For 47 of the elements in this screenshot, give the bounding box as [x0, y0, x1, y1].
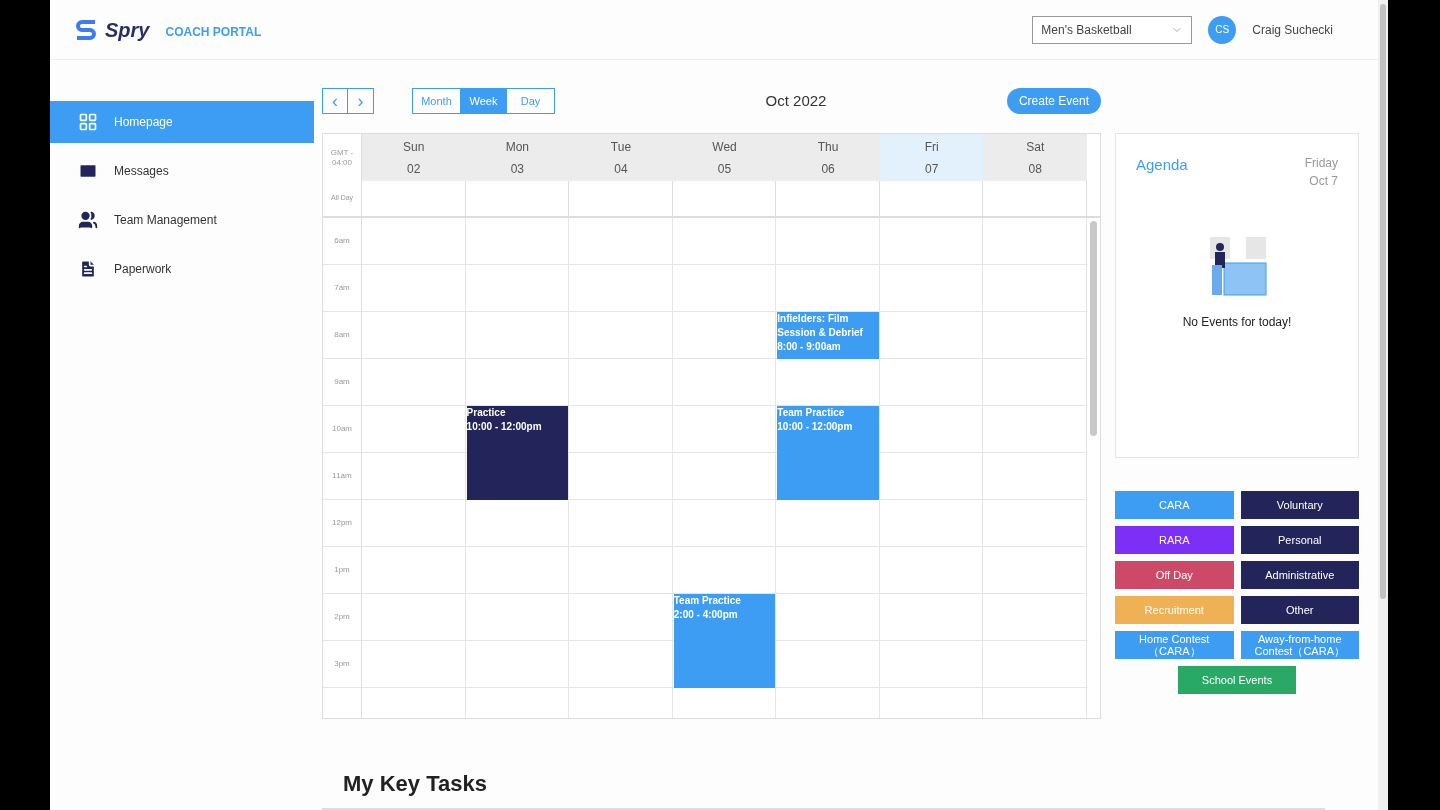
tasks-heading: My Key Tasks [343, 771, 487, 796]
legend-tag: RARA [1115, 526, 1234, 554]
scrollbar-thumb[interactable] [1090, 221, 1097, 436]
empty-agenda-message: No Events for today! [1182, 314, 1292, 331]
day-header[interactable]: Tue 04 [569, 134, 673, 181]
agenda-date: Oct 7 [1309, 173, 1338, 190]
sidebar-item[interactable]: Team Management [50, 199, 314, 241]
hour-label: 7am [334, 282, 350, 294]
day-header[interactable]: Thu 06 [776, 134, 880, 181]
brand-subtitle: COACH PORTAL [165, 23, 262, 41]
sidebar-item[interactable]: Messages [50, 150, 314, 192]
legend-tag: Personal [1240, 526, 1359, 554]
legend-tag: Voluntary [1240, 491, 1359, 519]
day-header[interactable]: Fri 07 [879, 134, 984, 181]
hour-label: 6am [334, 235, 350, 247]
legend-tag: Recruitment [1115, 596, 1234, 624]
sidebar-item[interactable]: Paperwork [50, 248, 314, 290]
day-header[interactable]: Wed 05 [672, 134, 777, 181]
page-scrollbar-thumb[interactable] [1380, 4, 1386, 599]
hour-label: 2pm [334, 611, 350, 623]
legend-tag: Off Day [1115, 561, 1234, 589]
agenda-day: Friday [1304, 154, 1338, 172]
legend-tag: Away-from-home Contest（CARA） [1240, 631, 1359, 659]
team-select[interactable]: Men's Basketball [1032, 15, 1193, 44]
users-icon [78, 210, 98, 230]
hour-label: 9am [334, 376, 350, 388]
legend-tag: Home Contest（CARA） [1115, 631, 1234, 659]
agenda-title: Agenda [1136, 155, 1188, 175]
hour-label: 12pm [332, 517, 352, 529]
legend-tag: Other [1240, 596, 1359, 624]
user-name: Craig Suchecki [1252, 21, 1333, 39]
hour-label: 10am [332, 423, 352, 435]
grid-icon [78, 112, 98, 132]
legend-tag: School Events [1178, 666, 1296, 694]
hour-label: 11am [332, 470, 352, 482]
legend-tag: Administrative [1240, 561, 1359, 589]
legend-tag: CARA [1115, 491, 1234, 519]
hour-label: 3pm [334, 658, 350, 670]
calendar-event[interactable]: Practice 10:00 - 12:00pm [466, 406, 569, 500]
day-header[interactable]: Sun 02 [362, 134, 466, 181]
brand-name: Spry [105, 17, 150, 43]
day-header[interactable]: Mon 03 [465, 134, 570, 181]
calendar-title: Oct 2022 [764, 90, 827, 111]
logo-icon [75, 18, 97, 41]
hour-label: 1pm [334, 564, 350, 576]
hour-label: 8am [334, 329, 350, 341]
day-header[interactable]: Sat 08 [983, 134, 1088, 181]
